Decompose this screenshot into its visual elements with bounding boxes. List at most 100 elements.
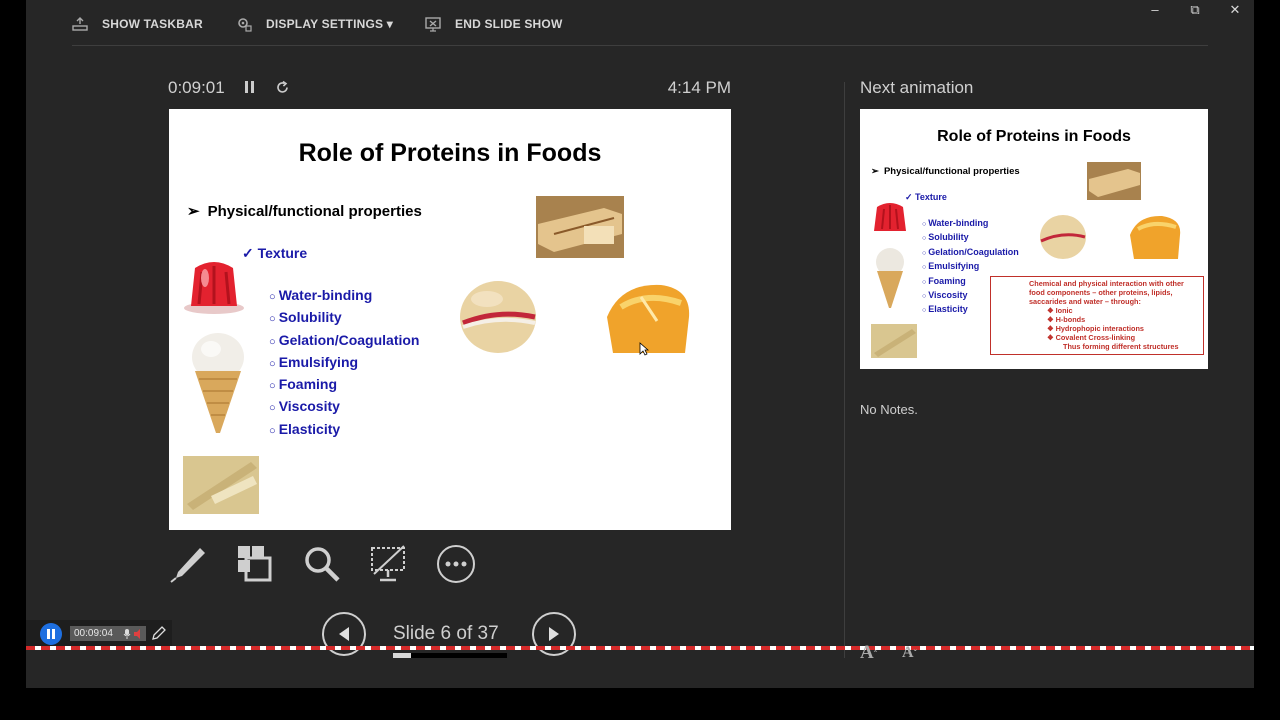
diamond-bullet-icon: ❖ bbox=[1047, 324, 1056, 333]
arrow-bullet-icon: ➢ bbox=[871, 166, 879, 177]
increase-font-button[interactable]: Aˆ bbox=[860, 642, 877, 664]
close-button[interactable]: ✕ bbox=[1225, 2, 1245, 18]
end-show-icon bbox=[425, 17, 441, 32]
list-item: ○ Gelation/Coagulation bbox=[922, 246, 1019, 260]
slide-heading: ➢ Physical/functional properties bbox=[187, 202, 422, 220]
list-item-text: Foaming bbox=[928, 275, 966, 286]
mouse-cursor-icon bbox=[639, 342, 649, 356]
recording-progress-line bbox=[26, 646, 1254, 650]
sponge-cake-slice-image bbox=[536, 196, 624, 258]
cheese-image bbox=[183, 456, 259, 514]
sponge-cake-slice-image bbox=[1087, 162, 1141, 200]
pause-icon bbox=[47, 629, 55, 639]
recorder-pause-button[interactable] bbox=[40, 623, 62, 645]
jelly-image bbox=[184, 262, 244, 314]
list-item-text: Gelation/Coagulation bbox=[278, 331, 420, 348]
end-slide-show-label: END SLIDE SHOW bbox=[455, 17, 563, 31]
list-item: ○ Gelation/Coagulation bbox=[269, 330, 419, 352]
list-item: ❖ Hydrophopic interactions bbox=[1047, 324, 1199, 333]
next-slide-title: Role of Proteins in Foods bbox=[937, 128, 1131, 145]
list-item-text: Viscosity bbox=[928, 290, 968, 301]
slide-subheading: ✓ Texture bbox=[242, 245, 307, 262]
toolbar-divider bbox=[72, 45, 1208, 46]
pause-icon bbox=[245, 81, 254, 93]
slide-item-list: ○ Water-binding ○ Solubility ○ Gelation/… bbox=[269, 285, 419, 441]
minimize-button[interactable]: – bbox=[1145, 2, 1165, 17]
restore-icon: ⧉ bbox=[1190, 2, 1200, 17]
list-item-text: Emulsifying bbox=[278, 353, 359, 370]
list-item: ○ Emulsifying bbox=[922, 260, 1019, 274]
list-item: ○ Emulsifying bbox=[269, 352, 419, 374]
display-settings-icon bbox=[238, 18, 252, 32]
restore-button[interactable]: ⧉ bbox=[1185, 2, 1205, 18]
list-item: ○ Foaming bbox=[269, 374, 419, 396]
reset-icon bbox=[277, 80, 288, 93]
next-animation-label: Next animation bbox=[860, 78, 974, 97]
pause-timer-button[interactable] bbox=[244, 80, 256, 99]
arrow-bullet-icon: ➢ bbox=[187, 203, 200, 220]
panel-divider bbox=[844, 82, 845, 658]
victoria-sponge-image bbox=[460, 281, 536, 353]
next-arrow-icon bbox=[549, 627, 559, 641]
list-item: ○ Elasticity bbox=[269, 419, 419, 441]
microphone-icon bbox=[123, 629, 131, 639]
slide-progress-bar bbox=[393, 653, 507, 658]
black-screen-button[interactable] bbox=[366, 542, 410, 586]
list-item-text: Gelation/Coagulation bbox=[928, 246, 1019, 257]
recorder-time-text: 00:09:04 bbox=[74, 628, 113, 639]
jelly-image bbox=[874, 203, 906, 231]
show-taskbar-button[interactable]: SHOW TASKBAR bbox=[72, 14, 203, 34]
interaction-note-footer: Thus forming different structures bbox=[1063, 342, 1179, 351]
end-slide-show-button[interactable]: END SLIDE SHOW bbox=[425, 14, 562, 34]
circle-bullet-icon: ○ bbox=[269, 291, 279, 303]
circle-bullet-icon: ○ bbox=[269, 357, 279, 370]
list-item-text: Hydrophopic interactions bbox=[1055, 324, 1144, 333]
pencil-icon[interactable] bbox=[152, 626, 166, 640]
show-taskbar-label: SHOW TASKBAR bbox=[102, 17, 203, 31]
list-item: ○ Viscosity bbox=[269, 396, 419, 418]
next-slide-subheading: ✓ Texture bbox=[905, 192, 947, 203]
circle-bullet-icon: ○ bbox=[269, 424, 279, 437]
slide-progress-fill bbox=[393, 653, 411, 658]
pen-tool-button[interactable] bbox=[166, 542, 210, 586]
list-item: ❖ Ionic bbox=[1047, 306, 1199, 315]
ice-cream-cone-image bbox=[192, 333, 244, 433]
list-item-text: Covalent Cross-linking bbox=[1055, 333, 1136, 342]
list-item: ❖ Covalent Cross-linking bbox=[1047, 333, 1199, 342]
pen-icon bbox=[170, 548, 205, 583]
list-item-text: Viscosity bbox=[278, 398, 340, 415]
list-item-text: Water-binding bbox=[278, 287, 373, 303]
increase-font-caret: ˆ bbox=[873, 650, 878, 661]
reset-timer-button[interactable] bbox=[275, 80, 290, 100]
speaker-notes: No Notes. bbox=[860, 402, 918, 417]
slide-heading-text: Physical/functional properties bbox=[207, 203, 422, 220]
taskbar-icon bbox=[72, 17, 88, 31]
next-slide-subheading-text: Texture bbox=[915, 192, 947, 202]
list-item-text: Foaming bbox=[278, 376, 338, 393]
elapsed-timer: 0:09:01 bbox=[168, 78, 225, 97]
decrease-font-caret: ˇ bbox=[913, 649, 917, 660]
list-item: ○ Solubility bbox=[269, 307, 419, 329]
next-slide-preview[interactable]: Role of Proteins in Foods ➢ Physical/func… bbox=[860, 109, 1208, 369]
close-icon: ✕ bbox=[1229, 2, 1241, 17]
decrease-font-button[interactable]: Aˇ bbox=[902, 644, 917, 662]
list-item-text: Elasticity bbox=[278, 420, 341, 437]
see-all-slides-button[interactable] bbox=[232, 542, 276, 586]
pound-cake-image bbox=[1130, 215, 1181, 259]
list-item: ○ Solubility bbox=[922, 231, 1019, 245]
interaction-note-list: ❖ Ionic ❖ H-bonds ❖ Hydrophopic interact… bbox=[1029, 306, 1199, 342]
list-item-text: H-bonds bbox=[1055, 315, 1086, 324]
slide-subheading-text: Texture bbox=[257, 245, 308, 261]
diamond-bullet-icon: ❖ bbox=[1047, 315, 1056, 324]
more-options-button[interactable] bbox=[434, 542, 478, 586]
zoom-button[interactable] bbox=[300, 542, 344, 586]
previous-arrow-icon bbox=[339, 627, 349, 641]
increase-font-icon: A bbox=[860, 642, 874, 663]
ice-cream-cone-image bbox=[876, 248, 904, 308]
next-slide-heading: ➢ Physical/functional properties bbox=[871, 166, 1020, 177]
display-settings-button[interactable]: DISPLAY SETTINGS ▾ bbox=[236, 14, 393, 34]
minimize-icon: – bbox=[1151, 2, 1159, 17]
current-slide[interactable]: Role of Proteins in Foods ➢ Physical/func… bbox=[169, 109, 731, 530]
slide-counter[interactable]: Slide 6 of 37 bbox=[393, 623, 499, 645]
circle-bullet-icon: ○ bbox=[269, 335, 279, 348]
